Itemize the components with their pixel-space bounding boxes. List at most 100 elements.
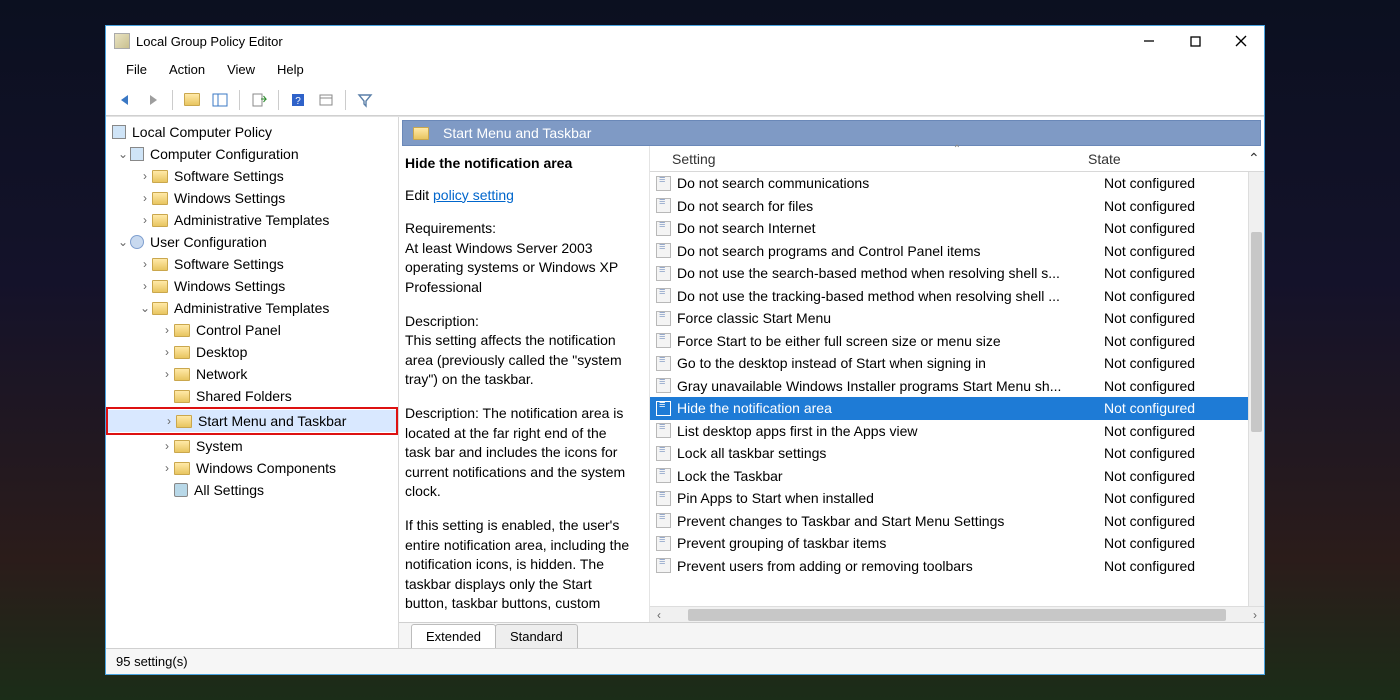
maximize-button[interactable] xyxy=(1172,26,1218,56)
setting-state: Not configured xyxy=(1104,288,1264,304)
tree-pane[interactable]: Local Computer Policy ⌄Computer Configur… xyxy=(106,117,399,648)
scroll-left-icon[interactable]: ‹ xyxy=(650,608,668,622)
folder-icon xyxy=(152,214,168,227)
list-item[interactable]: Do not search InternetNot configured xyxy=(650,217,1264,240)
minimize-button[interactable] xyxy=(1126,26,1172,56)
chevron-right-icon[interactable]: › xyxy=(138,169,152,183)
tree-uc-windows[interactable]: ›Windows Settings xyxy=(106,275,398,297)
settings-list[interactable]: Do not search communicationsNot configur… xyxy=(650,172,1264,606)
tree-all-settings[interactable]: All Settings xyxy=(106,479,398,501)
tree-label: Shared Folders xyxy=(196,388,292,404)
tree-shared-folders[interactable]: Shared Folders xyxy=(106,385,398,407)
tree-uc-admin[interactable]: ⌄Administrative Templates xyxy=(106,297,398,319)
chevron-right-icon[interactable]: › xyxy=(160,367,174,381)
description-body-3: If this setting is enabled, the user's e… xyxy=(405,516,635,614)
show-hide-tree-button[interactable] xyxy=(207,87,233,113)
list-item[interactable]: Prevent users from adding or removing to… xyxy=(650,555,1264,578)
chevron-down-icon[interactable]: ⌄ xyxy=(116,147,130,161)
setting-state: Not configured xyxy=(1104,220,1264,236)
chevron-right-icon[interactable]: › xyxy=(160,345,174,359)
tree-control-panel[interactable]: ›Control Panel xyxy=(106,319,398,341)
tree-cc-windows[interactable]: ›Windows Settings xyxy=(106,187,398,209)
edit-policy-link[interactable]: policy setting xyxy=(433,187,514,203)
tree-system[interactable]: › System xyxy=(106,435,398,457)
list-item[interactable]: Hide the notification areaNot configured xyxy=(650,397,1264,420)
column-setting[interactable]: Setting xyxy=(650,151,1088,167)
chevron-right-icon[interactable]: › xyxy=(138,257,152,271)
scrollbar-thumb[interactable] xyxy=(688,609,1226,621)
horizontal-scrollbar[interactable]: ‹ › xyxy=(650,606,1264,622)
tab-standard[interactable]: Standard xyxy=(495,624,578,648)
setting-state: Not configured xyxy=(1104,423,1264,439)
chevron-right-icon[interactable]: › xyxy=(160,323,174,337)
setting-state: Not configured xyxy=(1104,490,1264,506)
filter-button[interactable] xyxy=(352,87,378,113)
forward-button[interactable] xyxy=(140,87,166,113)
list-item[interactable]: Do not search communicationsNot configur… xyxy=(650,172,1264,195)
setting-state: Not configured xyxy=(1104,535,1264,551)
back-button[interactable] xyxy=(112,87,138,113)
tree-label: Desktop xyxy=(196,344,247,360)
tree-computer-config[interactable]: ⌄Computer Configuration xyxy=(106,143,398,165)
tree-start-menu-taskbar[interactable]: ›Start Menu and Taskbar xyxy=(108,410,396,432)
menu-action[interactable]: Action xyxy=(159,58,215,81)
tree-cc-software[interactable]: ›Software Settings xyxy=(106,165,398,187)
setting-state: Not configured xyxy=(1104,310,1264,326)
list-item[interactable]: Do not use the search-based method when … xyxy=(650,262,1264,285)
list-item[interactable]: Do not search for filesNot configured xyxy=(650,195,1264,218)
list-item[interactable]: Force Start to be either full screen siz… xyxy=(650,330,1264,353)
menu-help[interactable]: Help xyxy=(267,58,314,81)
requirements-header: Requirements: xyxy=(405,219,635,239)
list-item[interactable]: Go to the desktop instead of Start when … xyxy=(650,352,1264,375)
policy-icon xyxy=(656,491,671,506)
tree-user-config[interactable]: ⌄User Configuration xyxy=(106,231,398,253)
help-button[interactable]: ? xyxy=(285,87,311,113)
list-item[interactable]: List desktop apps first in the Apps view… xyxy=(650,420,1264,443)
chevron-down-icon[interactable]: ⌄ xyxy=(116,235,130,249)
tree-label: Software Settings xyxy=(174,256,284,272)
chevron-right-icon[interactable]: › xyxy=(138,213,152,227)
menu-view[interactable]: View xyxy=(217,58,265,81)
scroll-right-icon[interactable]: › xyxy=(1246,608,1264,622)
chevron-right-icon[interactable]: › xyxy=(160,439,174,453)
tree-root[interactable]: Local Computer Policy xyxy=(106,121,398,143)
tab-extended[interactable]: Extended xyxy=(411,624,496,648)
export-button[interactable] xyxy=(246,87,272,113)
menu-file[interactable]: File xyxy=(116,58,157,81)
description-body-1: This setting affects the notification ar… xyxy=(405,331,635,390)
tree-network[interactable]: ›Network xyxy=(106,363,398,385)
column-state[interactable]: State xyxy=(1088,151,1248,167)
column-spacer: ⌃ xyxy=(1248,150,1264,167)
close-button[interactable] xyxy=(1218,26,1264,56)
vertical-scrollbar[interactable] xyxy=(1248,172,1264,606)
chevron-right-icon[interactable]: › xyxy=(138,279,152,293)
up-button[interactable] xyxy=(179,87,205,113)
setting-name: Prevent users from adding or removing to… xyxy=(677,558,1104,574)
list-header[interactable]: ⌃ Setting State ⌃ xyxy=(650,146,1264,172)
list-item[interactable]: Gray unavailable Windows Installer progr… xyxy=(650,375,1264,398)
chevron-right-icon[interactable]: › xyxy=(160,461,174,475)
setting-state: Not configured xyxy=(1104,400,1264,416)
properties-button[interactable] xyxy=(313,87,339,113)
scrollbar-thumb[interactable] xyxy=(1251,232,1262,432)
list-item[interactable]: Force classic Start MenuNot configured xyxy=(650,307,1264,330)
setting-name: Force Start to be either full screen siz… xyxy=(677,333,1104,349)
tree-cc-admin[interactable]: ›Administrative Templates xyxy=(106,209,398,231)
list-item[interactable]: Pin Apps to Start when installedNot conf… xyxy=(650,487,1264,510)
list-item[interactable]: Do not use the tracking-based method whe… xyxy=(650,285,1264,308)
tree-label: System xyxy=(196,438,243,454)
setting-name: Hide the notification area xyxy=(677,400,1104,416)
list-item[interactable]: Prevent changes to Taskbar and Start Men… xyxy=(650,510,1264,533)
list-item[interactable]: Lock all taskbar settingsNot configured xyxy=(650,442,1264,465)
tree-windows-components[interactable]: ›Windows Components xyxy=(106,457,398,479)
chevron-down-icon[interactable]: ⌄ xyxy=(138,301,152,315)
tree-desktop[interactable]: › Desktop xyxy=(106,341,398,363)
list-item[interactable]: Lock the TaskbarNot configured xyxy=(650,465,1264,488)
tree-uc-software[interactable]: › Software Settings xyxy=(106,253,398,275)
chevron-right-icon[interactable]: › xyxy=(138,191,152,205)
folder-icon xyxy=(152,192,168,205)
chevron-right-icon[interactable]: › xyxy=(162,414,176,428)
list-item[interactable]: Do not search programs and Control Panel… xyxy=(650,240,1264,263)
tree-label: Local Computer Policy xyxy=(132,124,272,140)
list-item[interactable]: Prevent grouping of taskbar itemsNot con… xyxy=(650,532,1264,555)
